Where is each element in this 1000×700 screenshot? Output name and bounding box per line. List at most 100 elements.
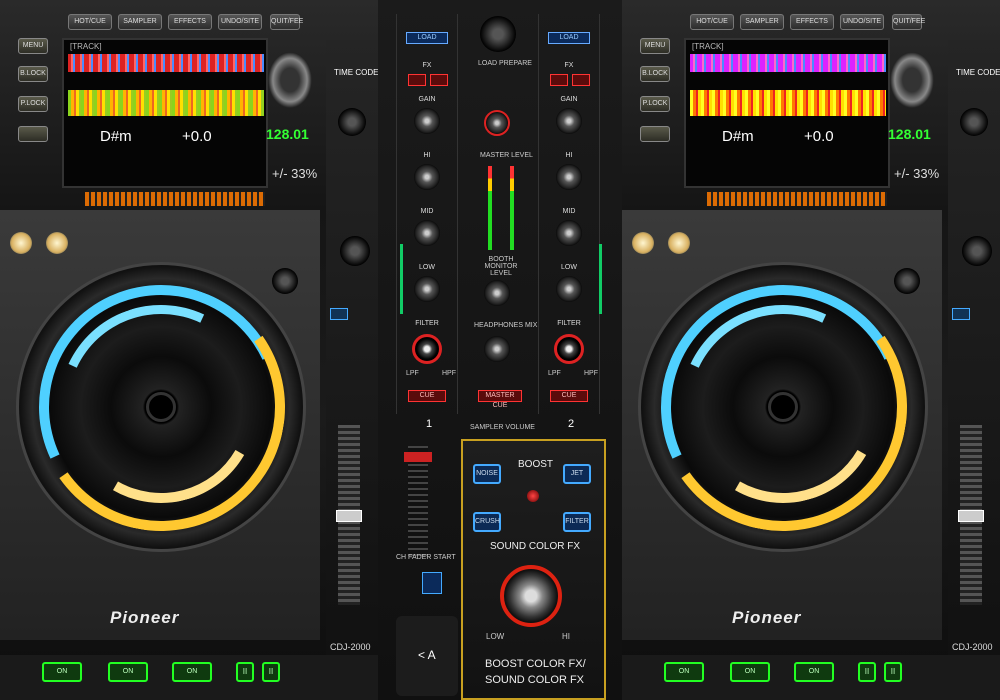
- filter-fx-button[interactable]: FILTER: [563, 512, 591, 532]
- sampler-button[interactable]: SAMPLER: [118, 14, 162, 30]
- quit-button[interactable]: QUIT/FEE: [270, 14, 303, 30]
- mid-knob-right[interactable]: [556, 220, 582, 246]
- key-display: D#m: [100, 128, 132, 145]
- hot-cue-button[interactable]: HOT/CUE: [690, 14, 734, 30]
- pad-button-1[interactable]: ON: [42, 662, 82, 682]
- disc-eject-knob[interactable]: [960, 108, 988, 136]
- channel-fader-track[interactable]: [408, 446, 428, 556]
- load-left-button[interactable]: LOAD: [406, 32, 448, 44]
- model-label: CDJ-2000: [330, 642, 371, 652]
- undo-button[interactable]: UNDO/SITE: [218, 14, 262, 30]
- fx2-right-button[interactable]: [572, 74, 590, 86]
- sound-color-fx-label: SOUND COLOR FX: [490, 541, 581, 552]
- undo-button[interactable]: UNDO/SITE: [840, 14, 884, 30]
- effects-button[interactable]: EFFECTS: [168, 14, 212, 30]
- zoom-waveform[interactable]: [68, 90, 264, 116]
- filter-knob-right[interactable]: [554, 334, 584, 364]
- pad-button-3[interactable]: ON: [794, 662, 834, 682]
- fader-start-button[interactable]: [422, 572, 442, 594]
- gain-knob-right[interactable]: [556, 108, 582, 134]
- p-lock-button[interactable]: P.LOCK: [640, 96, 670, 112]
- master-cue-button[interactable]: MASTER CUE: [478, 390, 522, 409]
- bpm-display: 128.01: [266, 126, 309, 142]
- filter-knob-left[interactable]: [412, 334, 442, 364]
- tempo-handle[interactable]: [336, 510, 362, 522]
- disc-eject-knob[interactable]: [338, 108, 366, 136]
- pad-button-4[interactable]: II: [858, 662, 876, 682]
- jet-button[interactable]: JET: [563, 464, 591, 484]
- tempo-handle[interactable]: [958, 510, 984, 522]
- fx-center-indicator: [527, 490, 539, 502]
- booth-monitor-knob[interactable]: [484, 280, 510, 306]
- pad-button-2[interactable]: ON: [730, 662, 770, 682]
- b-lock-button[interactable]: B.LOCK: [640, 66, 670, 82]
- needle-search-strip[interactable]: [85, 192, 265, 206]
- jog-adjust-knob[interactable]: [272, 268, 298, 294]
- pad-button-5[interactable]: II: [262, 662, 280, 682]
- crush-button[interactable]: CRUSH: [473, 512, 501, 532]
- effects-button[interactable]: EFFECTS: [790, 14, 834, 30]
- cue-button[interactable]: [668, 232, 690, 254]
- jog-adjust-knob[interactable]: [894, 268, 920, 294]
- hot-cue-button[interactable]: HOT/CUE: [68, 14, 112, 30]
- fx1-right-button[interactable]: [550, 74, 568, 86]
- blank-button[interactable]: [640, 126, 670, 142]
- menu-button[interactable]: MENU: [640, 38, 670, 54]
- quit-button[interactable]: QUIT/FEE: [892, 14, 925, 30]
- master-meter-right: [510, 166, 514, 250]
- master-level-knob[interactable]: [484, 110, 510, 136]
- sampler-button[interactable]: SAMPLER: [740, 14, 784, 30]
- b-lock-button[interactable]: B.LOCK: [18, 66, 48, 82]
- browse-knob[interactable]: [890, 52, 934, 108]
- fx-hi-label: HI: [562, 632, 570, 641]
- filter-label-right: FILTER: [557, 320, 581, 327]
- play-button[interactable]: [10, 232, 32, 254]
- pad-button-2[interactable]: ON: [108, 662, 148, 682]
- gain-knob-left[interactable]: [414, 108, 440, 134]
- browse-knob[interactable]: [480, 16, 516, 52]
- back-nav[interactable]: < A: [418, 648, 436, 662]
- play-button[interactable]: [632, 232, 654, 254]
- cue-button[interactable]: [46, 232, 68, 254]
- zoom-waveform[interactable]: [690, 90, 886, 116]
- master-level-label: MASTER LEVEL: [480, 152, 533, 159]
- overview-waveform[interactable]: [68, 54, 264, 72]
- low-knob-right[interactable]: [556, 276, 582, 302]
- pad-button-5[interactable]: II: [884, 662, 902, 682]
- hi-knob-right[interactable]: [556, 164, 582, 190]
- browse-knob[interactable]: [268, 52, 312, 108]
- blank-button[interactable]: [18, 126, 48, 142]
- low-knob-left[interactable]: [414, 276, 440, 302]
- needle-search-strip[interactable]: [707, 192, 887, 206]
- mid-knob-left[interactable]: [414, 220, 440, 246]
- spindle: [768, 392, 798, 422]
- channel-fader-handle[interactable]: [404, 452, 432, 462]
- cue-right-button[interactable]: CUE: [550, 390, 588, 402]
- fx1-left-button[interactable]: [408, 74, 426, 86]
- tempo-range-button[interactable]: [330, 308, 348, 320]
- lpf-label-left: LPF: [406, 370, 419, 377]
- hi-knob-left[interactable]: [414, 164, 440, 190]
- p-lock-button[interactable]: P.LOCK: [18, 96, 48, 112]
- load-prepare-label: LOAD PREPARE: [478, 60, 532, 67]
- vinyl-speed-knob[interactable]: [962, 236, 992, 266]
- jog-wheel[interactable]: [626, 250, 940, 564]
- color-fx-knob[interactable]: [500, 565, 562, 627]
- fx-label-left: FX: [422, 62, 432, 69]
- headphones-mix-knob[interactable]: [484, 336, 510, 362]
- fader-start-label: CH FADER START: [396, 554, 456, 561]
- pad-button-1[interactable]: ON: [664, 662, 704, 682]
- noise-button[interactable]: NOISE: [473, 464, 501, 484]
- tempo-range-button[interactable]: [952, 308, 970, 320]
- menu-button[interactable]: MENU: [18, 38, 48, 54]
- pad-button-3[interactable]: ON: [172, 662, 212, 682]
- track-label: [TRACK]: [70, 42, 102, 51]
- level-bar-left: [400, 244, 403, 314]
- vinyl-speed-knob[interactable]: [340, 236, 370, 266]
- jog-wheel[interactable]: [4, 250, 318, 564]
- cue-left-button[interactable]: CUE: [408, 390, 446, 402]
- overview-waveform[interactable]: [690, 54, 886, 72]
- fx2-left-button[interactable]: [430, 74, 448, 86]
- pad-button-4[interactable]: II: [236, 662, 254, 682]
- load-right-button[interactable]: LOAD: [548, 32, 590, 44]
